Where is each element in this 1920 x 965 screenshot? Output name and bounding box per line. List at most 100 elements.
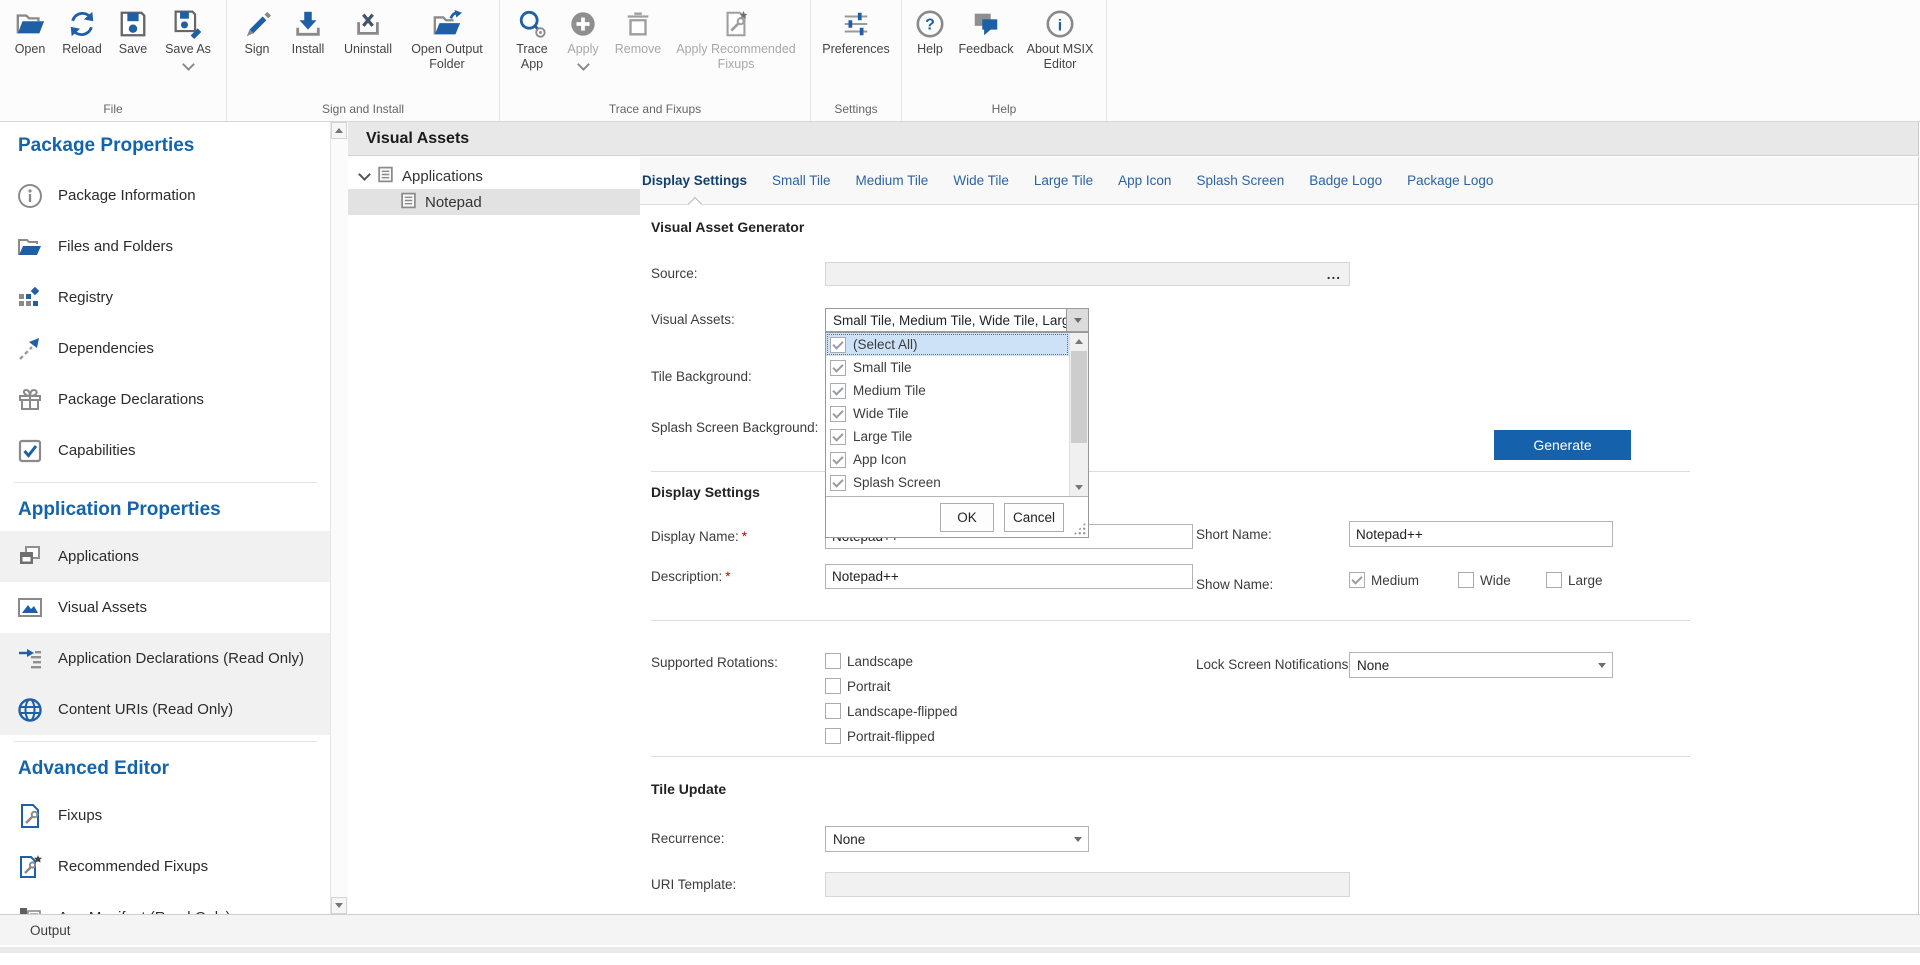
checkbox-icon[interactable] — [830, 337, 846, 353]
sidebar-item-app-manifest[interactable]: App Manifest (Read Only) — [0, 892, 331, 914]
uninstall-button[interactable]: Uninstall — [337, 6, 399, 57]
sidebar-item-registry[interactable]: Registry — [0, 272, 331, 323]
sidebar-scrollbar[interactable] — [330, 122, 348, 914]
rotation-portrait-flipped-checkbox[interactable]: Portrait-flipped — [825, 728, 935, 744]
sidebar-item-content-uris[interactable]: Content URIs (Read Only) — [0, 684, 331, 735]
sidebar-item-dependencies[interactable]: Dependencies — [0, 323, 331, 374]
tab-large-tile[interactable]: Large Tile — [1034, 173, 1093, 188]
sidebar-item-application-declarations[interactable]: Application Declarations (Read Only) — [0, 633, 331, 684]
tab-package-logo[interactable]: Package Logo — [1407, 173, 1493, 188]
sidebar-item-recommended-fixups[interactable]: Recommended Fixups — [0, 841, 331, 892]
cancel-button[interactable]: Cancel — [1004, 503, 1064, 532]
checkbox-icon[interactable] — [825, 678, 841, 694]
scrollbar-thumb[interactable] — [1071, 351, 1087, 443]
checkbox-icon[interactable] — [1349, 572, 1365, 588]
open-output-folder-button[interactable]: Open Output Folder — [403, 6, 491, 72]
tab-display-settings[interactable]: Display Settings — [642, 173, 747, 188]
dropdown-item-select-all[interactable]: (Select All) — [826, 333, 1069, 356]
dropdown-item-large-tile[interactable]: Large Tile — [826, 425, 1069, 448]
feedback-button[interactable]: Feedback — [954, 6, 1018, 57]
checkbox-check-icon — [17, 438, 43, 464]
about-info-circle-icon: i — [1044, 6, 1076, 42]
ok-button[interactable]: OK — [940, 503, 994, 532]
about-msix-editor-button[interactable]: i About MSIX Editor — [1022, 6, 1098, 72]
combo-dropdown-button[interactable] — [1591, 653, 1612, 677]
sidebar-item-package-information[interactable]: Package Information — [0, 170, 331, 221]
sign-button[interactable]: Sign — [235, 6, 279, 57]
checkbox-icon[interactable] — [830, 475, 846, 491]
show-name-wide-checkbox[interactable]: Wide — [1458, 572, 1511, 588]
rotation-landscape-flipped-checkbox[interactable]: Landscape-flipped — [825, 703, 957, 719]
scroll-down-arrow[interactable] — [1070, 479, 1088, 496]
apply-button[interactable]: Apply — [560, 6, 606, 69]
source-field[interactable]: ... — [825, 262, 1350, 286]
scroll-up-arrow[interactable] — [331, 122, 347, 139]
tab-badge-logo[interactable]: Badge Logo — [1309, 173, 1382, 188]
sidebar-item-capabilities[interactable]: Capabilities — [0, 425, 331, 476]
combo-dropdown-button[interactable] — [1067, 827, 1088, 851]
dropdown-item-medium-tile[interactable]: Medium Tile — [826, 379, 1069, 402]
show-name-medium-checkbox[interactable]: Medium — [1349, 572, 1419, 588]
dropdown-item-app-icon[interactable]: App Icon — [826, 448, 1069, 471]
checkbox-icon[interactable] — [830, 383, 846, 399]
recurrence-label: Recurrence: — [651, 826, 725, 852]
applications-tree-panel: Applications Notepad — [348, 157, 640, 914]
description-input[interactable] — [825, 564, 1193, 589]
page-title-bar: Visual Assets — [348, 122, 1919, 156]
dropdown-item-splash-screen[interactable]: Splash Screen — [826, 471, 1069, 494]
apply-recommended-fixups-button[interactable]: Apply Recommended Fixups — [670, 6, 802, 72]
recurrence-combobox[interactable]: None — [825, 826, 1089, 852]
checkbox-icon[interactable] — [1458, 572, 1474, 588]
help-button[interactable]: ? Help — [910, 6, 950, 57]
checkbox-icon[interactable] — [1546, 572, 1562, 588]
sidebar-item-applications[interactable]: Applications — [0, 531, 331, 582]
dropdown-item-small-tile[interactable]: Small Tile — [826, 356, 1069, 379]
tab-splash-screen[interactable]: Splash Screen — [1196, 173, 1284, 188]
checkbox-icon[interactable] — [830, 429, 846, 445]
checkbox-icon[interactable] — [825, 653, 841, 669]
reload-button[interactable]: Reload — [56, 6, 108, 57]
checkbox-icon[interactable] — [830, 452, 846, 468]
tree-expand-chevron-icon[interactable] — [358, 168, 371, 181]
save-button[interactable]: Save — [112, 6, 154, 57]
button-label: Help — [917, 42, 943, 57]
save-as-button[interactable]: Save As — [158, 6, 218, 69]
rotation-portrait-checkbox[interactable]: Portrait — [825, 678, 891, 694]
remove-button[interactable]: Remove — [610, 6, 666, 57]
combo-dropdown-button[interactable] — [1066, 309, 1088, 331]
sidebar-item-visual-assets[interactable]: Visual Assets — [0, 582, 331, 633]
dropdown-item-label: Wide Tile — [853, 406, 909, 421]
generate-button[interactable]: Generate — [1494, 430, 1631, 460]
sidebar-item-files-and-folders[interactable]: Files and Folders — [0, 221, 331, 272]
checkbox-icon[interactable] — [830, 406, 846, 422]
preferences-button[interactable]: Preferences — [819, 6, 893, 57]
tab-medium-tile[interactable]: Medium Tile — [856, 173, 929, 188]
sidebar-item-package-declarations[interactable]: Package Declarations — [0, 374, 331, 425]
tree-node-applications[interactable]: Applications — [348, 163, 640, 189]
wrench-doc-star-icon — [17, 854, 43, 880]
checkbox-icon[interactable] — [825, 703, 841, 719]
tab-app-icon[interactable]: App Icon — [1118, 173, 1171, 188]
checkbox-icon[interactable] — [825, 728, 841, 744]
visual-assets-combobox[interactable]: Small Tile, Medium Tile, Wide Tile, Larg… — [825, 308, 1089, 332]
tree-node-notepad[interactable]: Notepad — [348, 189, 640, 215]
lock-screen-notifications-combobox[interactable]: None — [1349, 652, 1613, 678]
trace-app-button[interactable]: Trace App — [508, 6, 556, 72]
show-name-large-checkbox[interactable]: Large — [1546, 572, 1603, 588]
output-bar[interactable]: Output — [0, 914, 1920, 945]
scroll-up-arrow[interactable] — [1070, 333, 1088, 350]
scroll-down-arrow[interactable] — [331, 897, 347, 914]
install-button[interactable]: Install — [283, 6, 333, 57]
source-browse-button[interactable]: ... — [1327, 267, 1341, 282]
short-name-input[interactable] — [1349, 521, 1613, 547]
dropdown-item-wide-tile[interactable]: Wide Tile — [826, 402, 1069, 425]
rotation-landscape-checkbox[interactable]: Landscape — [825, 653, 913, 669]
tab-small-tile[interactable]: Small Tile — [772, 173, 831, 188]
uri-template-field[interactable] — [825, 872, 1350, 897]
page-title: Visual Assets — [366, 130, 469, 148]
open-button[interactable]: Open — [8, 6, 52, 57]
dropdown-scrollbar[interactable] — [1069, 333, 1088, 496]
checkbox-icon[interactable] — [830, 360, 846, 376]
tab-wide-tile[interactable]: Wide Tile — [953, 173, 1009, 188]
sidebar-item-fixups[interactable]: Fixups — [0, 790, 331, 841]
